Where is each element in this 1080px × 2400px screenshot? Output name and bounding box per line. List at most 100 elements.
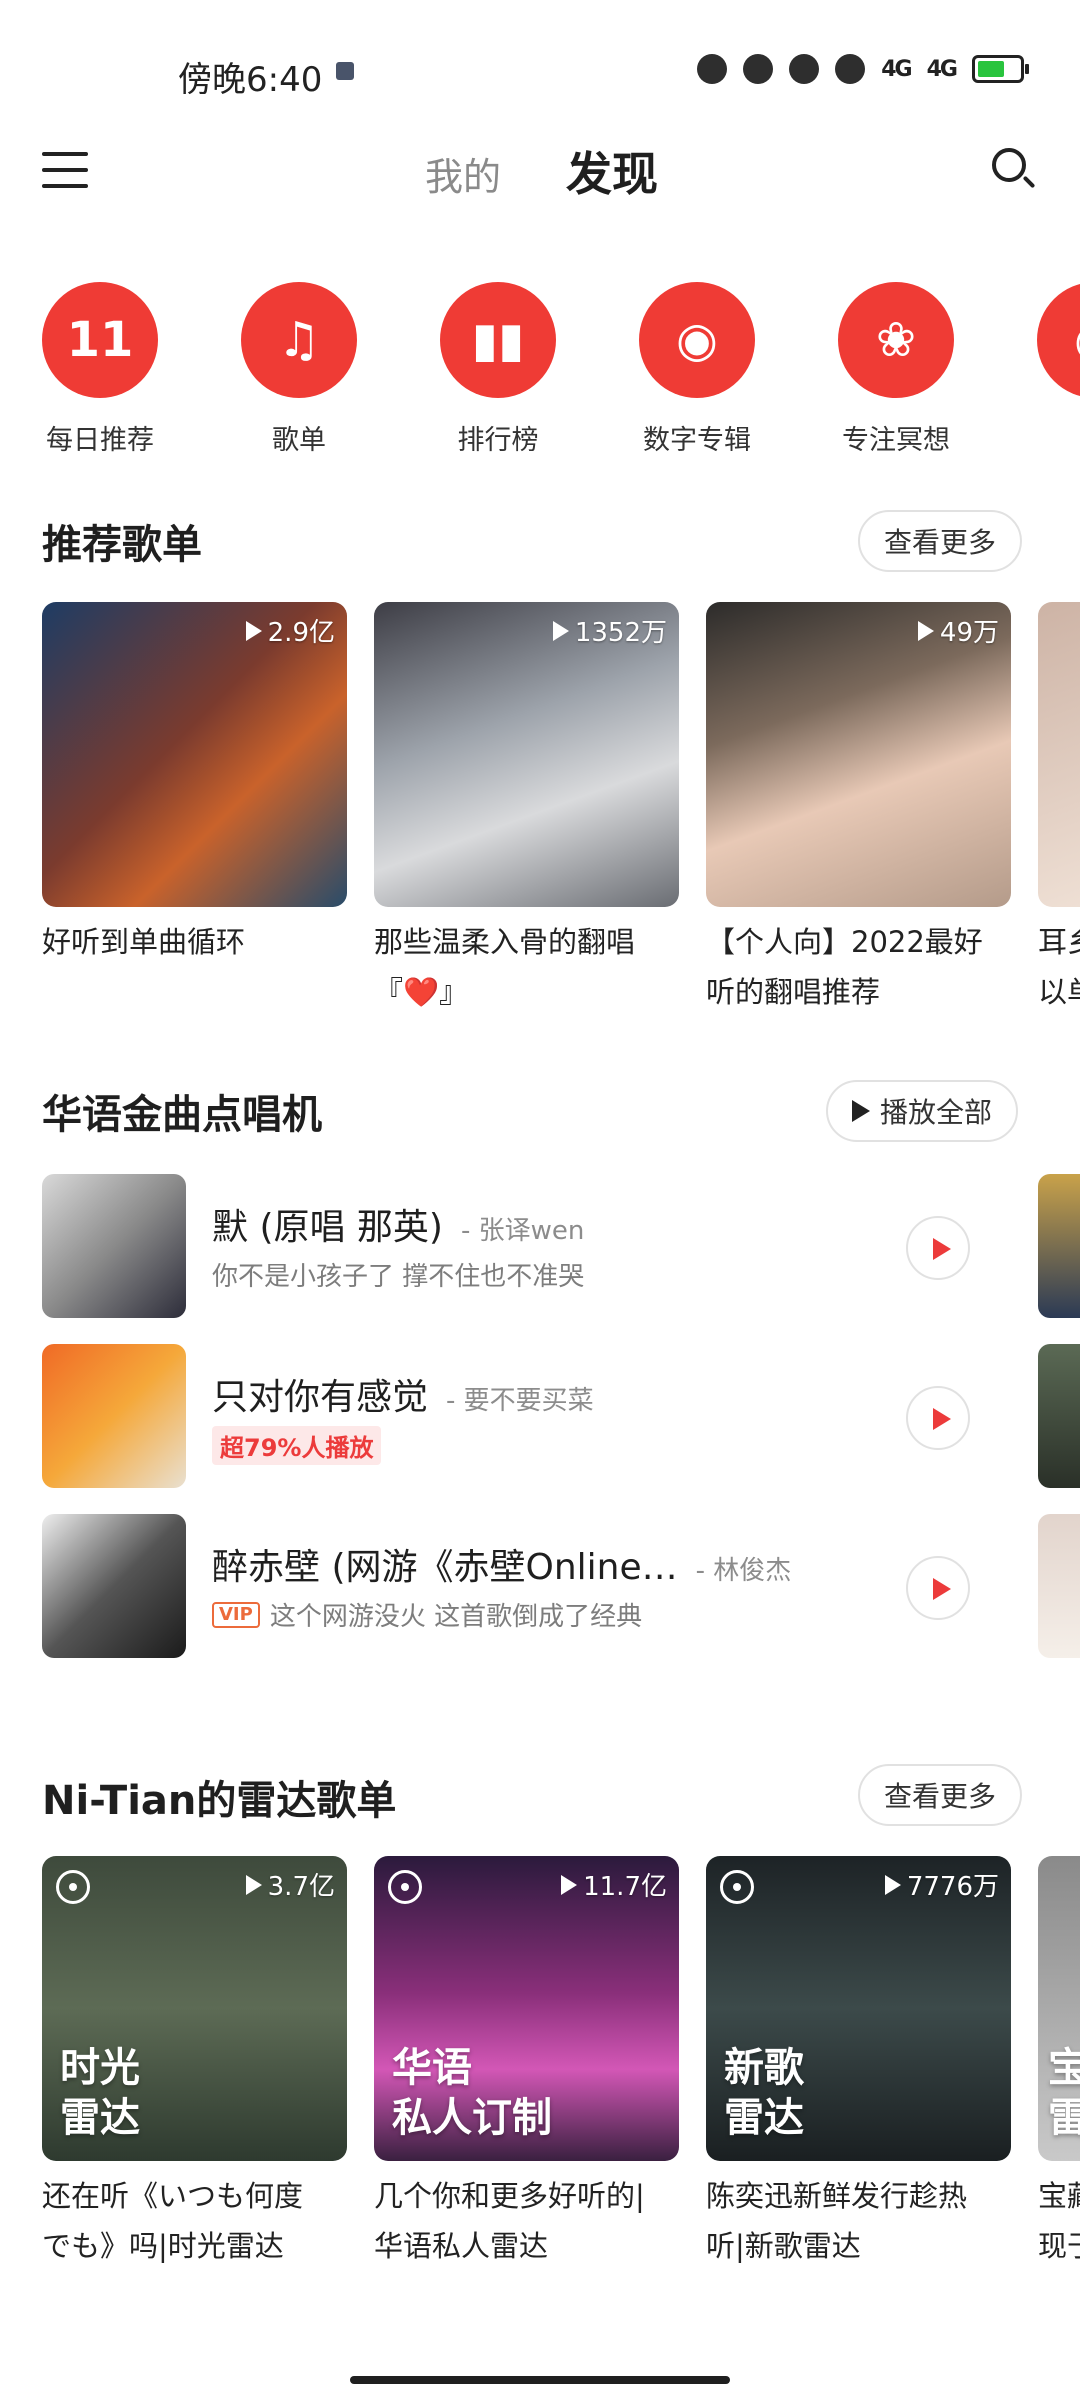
radar-logo-icon [720,1870,754,1904]
song-row[interactable]: 只对你有感觉 - 要不要买菜 超79%人播放 [42,1344,1042,1490]
song-row[interactable]: 默 (原唱 那英) - 张译wen 你不是小孩子了 撑不住也不准哭 [42,1174,1042,1320]
playlist-card[interactable]: 2.9亿 好听到单曲循环 [42,602,347,967]
play-icon [933,1238,951,1260]
shortcut-label: 每日推荐 [46,425,154,452]
album-icon: ◉ [639,282,755,398]
play-count-icon [561,1874,578,1895]
radar-title: Ni-Tian的雷达歌单 [42,1778,397,1824]
radar-card-title: 宝藏现于 [1038,2179,1080,2263]
battery-icon [972,55,1029,83]
playlist-title: 【个人向】2022最好 听的翻唱推荐 [706,925,983,1009]
top-nav: 我的 发现 [0,130,1080,210]
radar-card[interactable]: 11.7亿 华语 私人订制 几个你和更多好听的| 华语私人雷达 [374,1856,679,2271]
playlist-card[interactable]: 1352万 那些温柔入骨的翻唱 『❤️』 [374,602,679,1017]
play-icon [852,1100,870,1122]
play-count: 49万 [917,612,999,649]
song-play-button[interactable] [906,1556,970,1620]
song-cover [42,1514,186,1658]
shortcut-radio[interactable]: ◎ 电 [995,282,1080,452]
signal-1-icon: 4G [881,56,912,82]
next-column-cover[interactable] [1038,1344,1080,1488]
recommend-more-button[interactable]: 查看更多 [858,510,1023,572]
shortcut-charts[interactable]: ▮▮ 排行榜 [398,282,598,452]
play-all-label: 播放全部 [880,1096,993,1129]
radar-tag: 华语 私人订制 [392,2045,552,2141]
vpn-icon [835,54,866,84]
radar-cover: 宝雷 [1038,1856,1080,2161]
search-icon[interactable] [992,148,1036,190]
radar-logo-icon [56,1870,90,1904]
shortcut-label: 数字专辑 [643,425,751,452]
radar-tag: 新歌 雷达 [724,2045,804,2141]
play-count: 1352万 [552,612,667,649]
shortcut-meditation[interactable]: ❀ 专注冥想 [796,282,996,452]
playlist-card-partial[interactable]: 耳乡以单 [1038,602,1080,1017]
shortcut-digital-album[interactable]: ◉ 数字专辑 [597,282,797,452]
song-subtitle: VIP 这个网游没火 这首歌倒成了经典 [212,1596,642,1633]
tab-discover[interactable]: 发现 [566,138,658,204]
song-cover [42,1344,186,1488]
play-count-icon [884,1874,901,1895]
playlist-title: 好听到单曲循环 [42,925,246,959]
playlist-title: 那些温柔入骨的翻唱 『❤️』 [374,925,636,1009]
radar-card[interactable]: 7776万 新歌 雷达 陈奕迅新鲜发行趁热 听|新歌雷达 [706,1856,1011,2271]
radio-icon: ◎ [1037,282,1080,398]
shortcut-row: 11 每日推荐 ♫ 歌单 ▮▮ 排行榜 ◉ 数字专辑 ❀ 专注冥想 ◎ 电 [0,282,1080,452]
song-subtitle: 超79%人播放 [212,1426,382,1465]
playlist-card[interactable]: 49万 【个人向】2022最好 听的翻唱推荐 [706,602,1011,1017]
radar-cover: 3.7亿 时光 雷达 [42,1856,347,2161]
play-count-icon [552,620,569,641]
play-all-button[interactable]: 播放全部 [826,1080,1019,1142]
radar-card-partial[interactable]: 宝雷 宝藏现于 [1038,1856,1080,2271]
home-indicator[interactable] [350,2376,730,2384]
song-name: 默 (原唱 那英) - 张译wen [212,1207,585,1248]
song-name: 醉赤壁 (网游《赤壁Online… - 林俊杰 [212,1547,792,1588]
radar-more-button[interactable]: 查看更多 [858,1764,1023,1826]
song-row[interactable]: 醉赤壁 (网游《赤壁Online… - 林俊杰 VIP 这个网游没火 这首歌倒成了经… [42,1514,1042,1660]
song-artist: - 张译wen [460,1216,585,1246]
notification-icon [336,62,354,80]
song-subtitle: 你不是小孩子了 撑不住也不准哭 [212,1262,585,1292]
radar-card-title: 还在听《いつも何度 でも》吗|时光雷达 [42,2179,304,2263]
song-cover [42,1174,186,1318]
play-count: 3.7亿 [245,1866,335,1903]
play-rate-badge: 超79%人播放 [212,1426,382,1465]
hits-title: 华语金曲点唱机 [42,1092,322,1138]
radar-logo-icon [388,1870,422,1904]
play-count-icon [245,1874,262,1895]
lotus-icon: ❀ [838,282,954,398]
song-artist: - 要不要买菜 [446,1386,594,1416]
radar-cover: 11.7亿 华语 私人订制 [374,1856,679,2161]
song-artist: - 林俊杰 [695,1556,792,1586]
tab-mine[interactable]: 我的 [425,146,501,201]
radar-card[interactable]: 3.7亿 时光 雷达 还在听《いつも何度 でも》吗|时光雷达 [42,1856,347,2271]
play-count: 11.7亿 [561,1866,667,1903]
shortcut-daily[interactable]: 11 每日推荐 [0,282,200,452]
radar-card-title: 几个你和更多好听的| 华语私人雷达 [374,2179,645,2263]
recommend-title: 推荐歌单 [42,522,202,568]
dnd-icon [697,54,728,84]
playlist-cover [1038,602,1080,907]
chart-bars-icon: ▮▮ [440,282,556,398]
playlist-title: 耳乡以单 [1038,925,1080,1009]
shortcut-playlist[interactable]: ♫ 歌单 [199,282,399,452]
play-count: 7776万 [884,1866,999,1903]
play-count-icon [917,620,934,641]
play-icon [933,1408,951,1430]
status-bar: 傍晚6:40 4G 4G [0,0,1080,140]
song-play-button[interactable] [906,1216,970,1280]
radar-tag: 宝雷 [1048,2045,1080,2141]
next-column-cover[interactable] [1038,1174,1080,1318]
playlist-cover: 2.9亿 [42,602,347,907]
signal-2-icon: 4G [926,56,958,82]
next-column-cover[interactable] [1038,1514,1080,1658]
calendar-icon: 11 [42,282,158,398]
vip-badge: VIP [212,1601,260,1628]
play-icon [933,1578,951,1600]
menu-icon[interactable] [42,152,88,188]
shortcut-label: 电 [995,418,1080,452]
song-play-button[interactable] [906,1386,970,1450]
bluetooth-icon [743,54,774,84]
song-name: 只对你有感觉 - 要不要买菜 [212,1377,594,1418]
vibrate-icon [789,54,820,84]
